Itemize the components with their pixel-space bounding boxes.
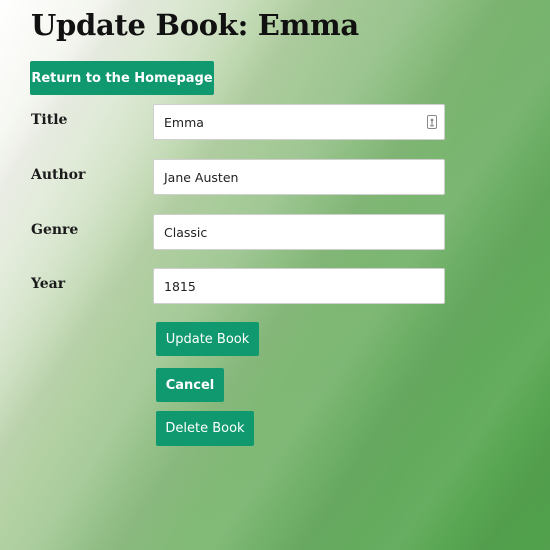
- year-input-value: 1815: [164, 278, 196, 294]
- author-label: Author: [31, 167, 86, 183]
- update-book-button[interactable]: Update Book: [156, 322, 259, 356]
- return-home-button[interactable]: Return to the Homepage: [30, 61, 214, 95]
- year-label: Year: [31, 276, 66, 292]
- page-title: Update Book: Emma: [31, 8, 359, 42]
- genre-label: Genre: [31, 222, 79, 238]
- delete-book-button[interactable]: Delete Book: [156, 411, 254, 446]
- author-input[interactable]: Jane Austen: [153, 159, 445, 195]
- title-label: Title: [31, 112, 68, 128]
- title-input-value: Emma: [164, 114, 204, 130]
- year-input[interactable]: 1815: [153, 268, 445, 304]
- author-input-value: Jane Austen: [164, 169, 239, 185]
- title-input[interactable]: Emma: [153, 104, 445, 140]
- cancel-button[interactable]: Cancel: [156, 368, 224, 402]
- autofill-key-icon[interactable]: [427, 115, 437, 129]
- genre-input-value: Classic: [164, 224, 208, 240]
- genre-input[interactable]: Classic: [153, 214, 445, 250]
